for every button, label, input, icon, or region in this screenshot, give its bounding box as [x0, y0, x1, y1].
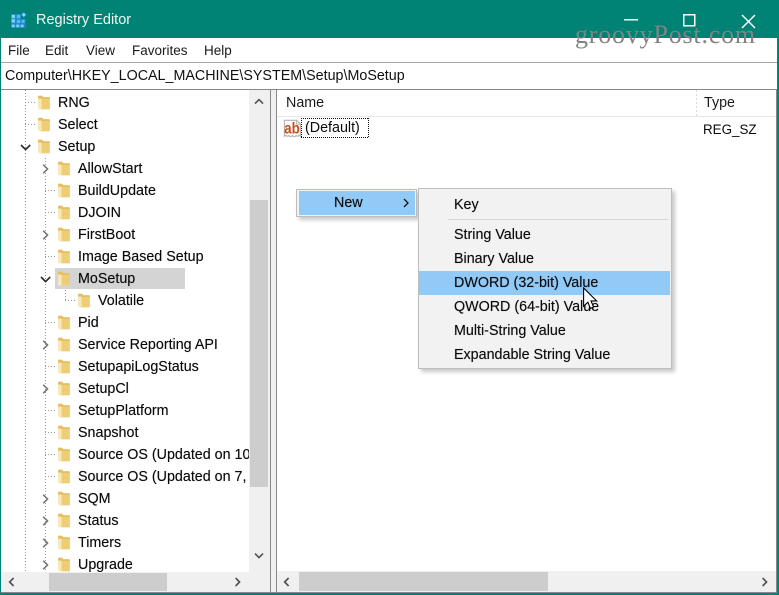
- svg-text:ab: ab: [284, 121, 300, 138]
